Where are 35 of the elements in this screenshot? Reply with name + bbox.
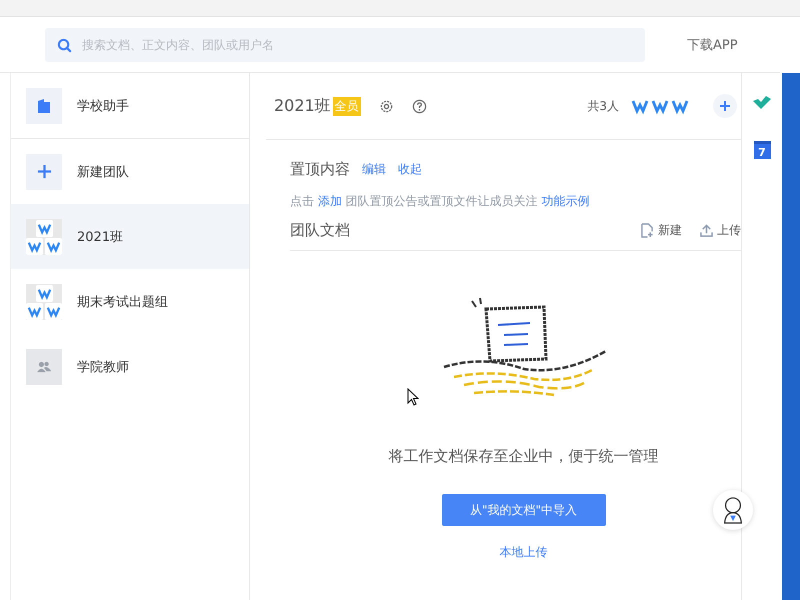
team-name: 2021班 — [274, 96, 331, 116]
upload-button[interactable]: 上传 — [700, 222, 741, 238]
team-docs-title: 团队文档 — [290, 220, 350, 240]
assistant-button[interactable] — [713, 490, 753, 530]
all-members-badge: 全员 — [332, 96, 361, 116]
team-list-item[interactable]: 学院教师 — [11, 334, 249, 399]
new-file-icon — [641, 222, 654, 238]
team-list-item[interactable]: 新建团队 — [11, 139, 249, 204]
add-member-button[interactable] — [713, 94, 737, 118]
search-field[interactable]: 搜索文档、正文内容、团队或用户名 — [45, 28, 645, 62]
import-button[interactable]: 从"我的文档"中导入 — [442, 494, 606, 526]
local-upload-link[interactable]: 本地上传 — [500, 544, 548, 561]
team-list-item[interactable]: 期末考试出题组 — [11, 269, 249, 334]
building-icon — [37, 98, 51, 114]
new-document-button[interactable]: 新建 — [641, 222, 682, 238]
mouse-cursor-icon — [407, 388, 419, 406]
download-app-link[interactable]: 下载APP — [687, 36, 738, 54]
hint-link[interactable]: 添加 — [318, 194, 342, 208]
member-count: 共3人 — [587, 98, 619, 114]
upload-icon — [700, 224, 713, 236]
team-logo-icon — [26, 284, 62, 320]
help-icon[interactable] — [412, 98, 427, 114]
plus-icon — [36, 164, 52, 179]
team-list-item[interactable]: 学校助手 — [11, 73, 249, 138]
empty-state-message: 将工作文档保存至企业中，便于统一管理 — [388, 447, 658, 466]
pinned-hint-text: 点击 添加 团队置顶公告或置顶文件让成员关注 功能示例 — [290, 193, 590, 210]
settings-icon[interactable] — [378, 98, 394, 114]
people-icon — [37, 360, 51, 372]
pinned-content-title: 置顶内容 — [290, 160, 350, 179]
pinned-action-link[interactable]: 收起 — [398, 161, 422, 178]
hint-link[interactable]: 功能示例 — [541, 194, 590, 208]
calendar-icon[interactable]: 7 — [754, 141, 770, 159]
team-list-item[interactable]: 2021班 — [11, 204, 249, 269]
team-logo-icon — [26, 218, 62, 254]
pinned-action-link[interactable]: 编辑 — [362, 161, 386, 178]
